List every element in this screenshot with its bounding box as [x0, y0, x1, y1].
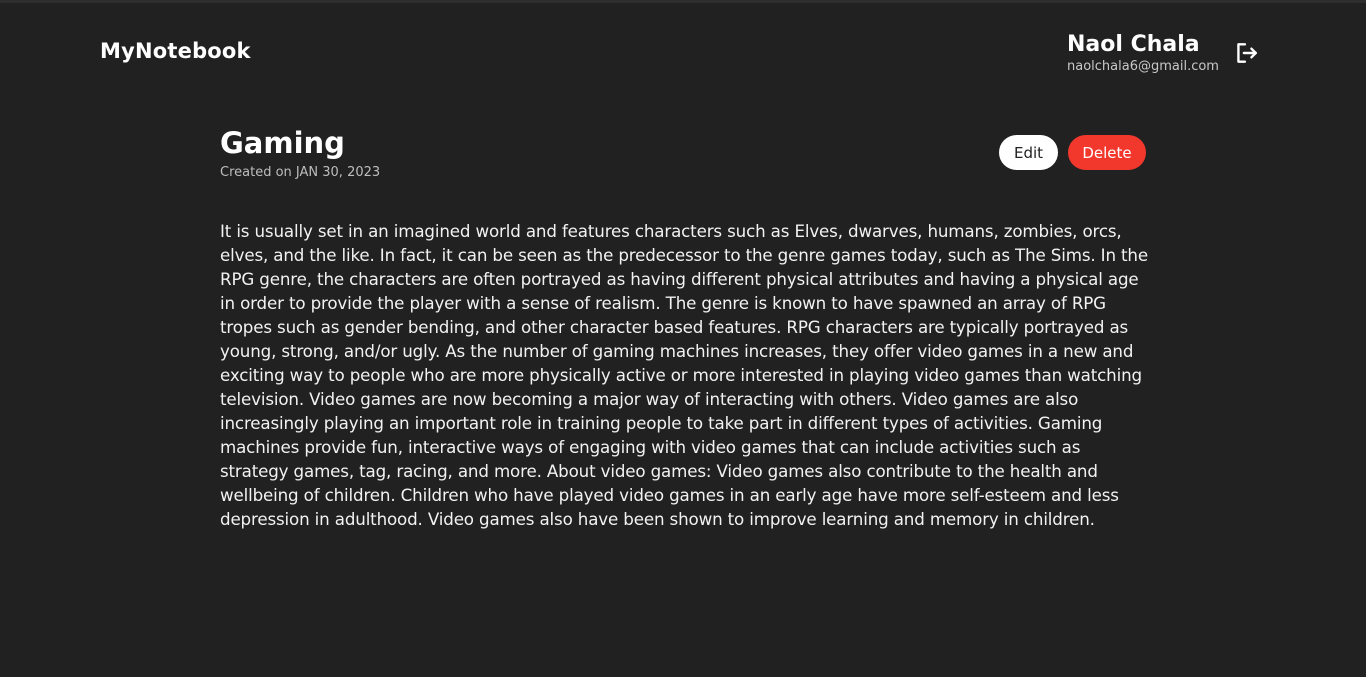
- logout-button[interactable]: [1231, 38, 1261, 68]
- logout-icon: [1237, 43, 1257, 63]
- delete-button[interactable]: Delete: [1068, 135, 1146, 170]
- user-email: naolchala6@gmail.com: [1067, 59, 1219, 74]
- note-body: It is usually set in an imagined world a…: [220, 221, 1148, 529]
- window-top-edge: [0, 0, 1366, 3]
- user-name: Naol Chala: [1067, 32, 1200, 57]
- app-brand[interactable]: MyNotebook: [100, 39, 251, 63]
- note-title: Gaming: [220, 126, 345, 160]
- edit-button[interactable]: Edit: [999, 135, 1058, 170]
- note-created-date: Created on JAN 30, 2023: [220, 165, 381, 180]
- user-info: Naol Chala naolchala6@gmail.com: [1067, 31, 1219, 75]
